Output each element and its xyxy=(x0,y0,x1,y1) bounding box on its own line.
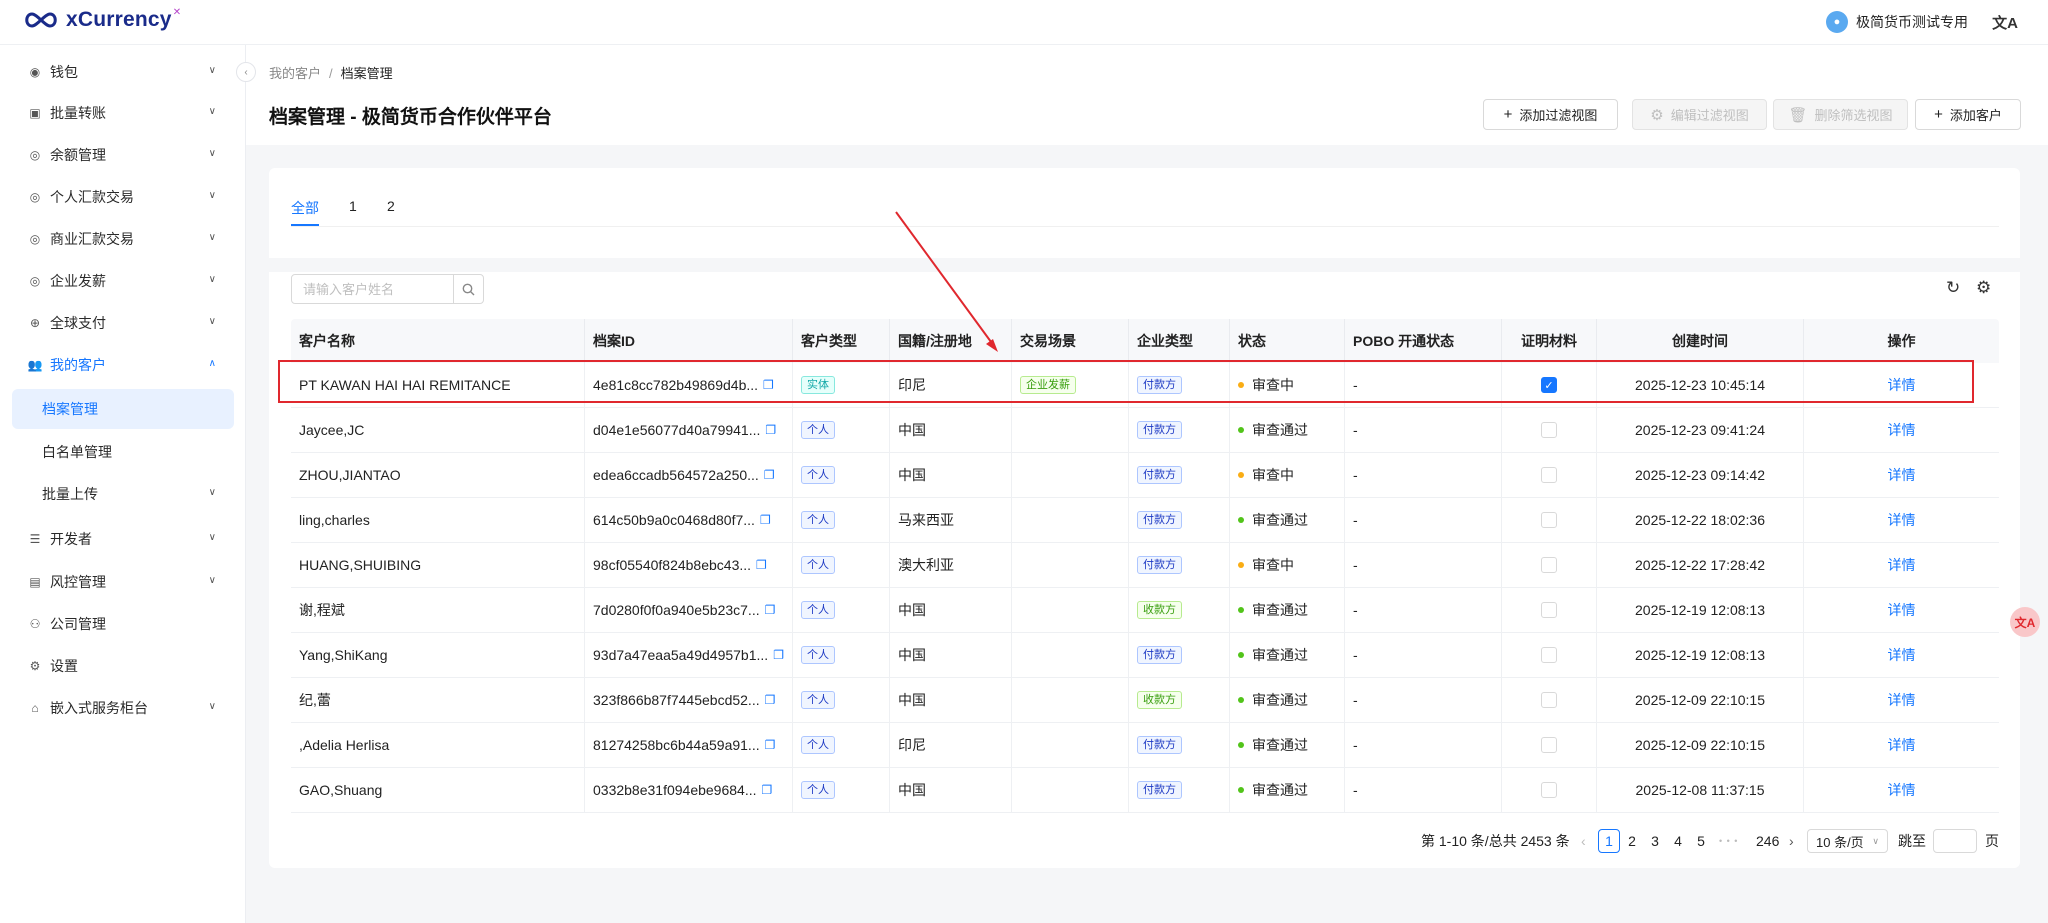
translate-plugin-icon[interactable]: 文A xyxy=(2010,607,2040,637)
annotation-arrow-icon xyxy=(895,211,998,352)
